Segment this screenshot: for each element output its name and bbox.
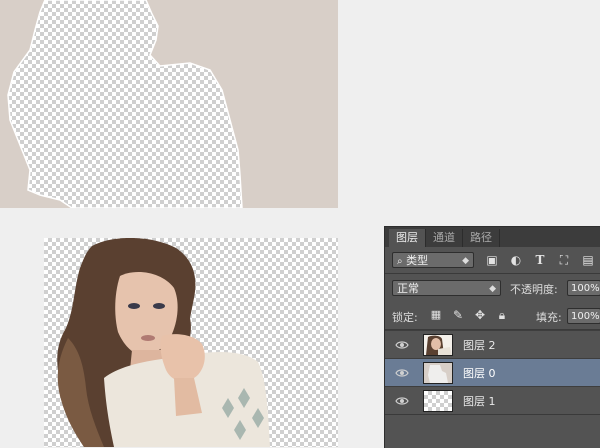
divider [385, 273, 600, 274]
shape-filter-icon[interactable]: ⛶ [557, 253, 571, 267]
filter-type-label: 类型 [406, 254, 429, 267]
layer-name: 图层 1 [463, 395, 496, 408]
text-filter-icon[interactable]: T [533, 253, 547, 267]
canvas-image-background-layer [0, 0, 338, 208]
chevron-down-icon: ◆ [462, 256, 469, 266]
opacity-input[interactable]: 100% [567, 280, 600, 296]
divider [385, 414, 600, 415]
blend-mode-select[interactable]: 正常 ◆ [392, 280, 501, 296]
panel-tabs: 图层 通道 路径 [385, 227, 600, 247]
image-filter-icon[interactable]: ▣ [485, 253, 499, 267]
tab-paths[interactable]: 路径 [463, 229, 500, 247]
lock-all-icon[interactable]: 🔒︎ [495, 308, 509, 322]
layer-row-layer-0[interactable]: 图层 0 [385, 358, 600, 386]
layer-name: 图层 2 [463, 339, 496, 352]
lock-paint-icon[interactable]: ✎ [451, 308, 465, 322]
transparent-cutout-region [0, 0, 338, 208]
lock-position-icon[interactable]: ✥ [473, 308, 487, 322]
eye-icon[interactable] [395, 394, 409, 408]
layer-thumbnail-portrait [423, 334, 453, 356]
layers-panel: 图层 通道 路径 ⌕ 类型 ◆ ▣ ◐ T ⛶ ▤ 正常 ◆ 不透明度: 100… [384, 226, 600, 448]
eye-icon[interactable] [395, 366, 409, 380]
layer-name: 图层 0 [463, 367, 496, 380]
layer-row-layer-1[interactable]: 图层 1 [385, 386, 600, 414]
lock-transparent-icon[interactable]: ▦ [429, 308, 443, 322]
search-icon: ⌕ [397, 256, 403, 267]
layer-thumbnail-background [423, 362, 453, 384]
canvas-image-cutout-layer [44, 238, 338, 447]
lock-label: 锁定: [392, 311, 418, 324]
smart-object-filter-icon[interactable]: ▤ [581, 253, 595, 267]
opacity-label: 不透明度: [510, 283, 558, 296]
blend-mode-value: 正常 [397, 282, 419, 295]
portrait-subject [57, 238, 270, 447]
layer-thumbnail-transparent [423, 390, 453, 412]
filter-type-select[interactable]: ⌕ 类型 ◆ [392, 252, 474, 268]
chevron-down-icon: ◆ [489, 284, 496, 294]
tab-layers[interactable]: 图层 [389, 229, 426, 247]
eye-icon[interactable] [395, 338, 409, 352]
fill-label: 填充: [536, 311, 562, 324]
adjustment-filter-icon[interactable]: ◐ [509, 253, 523, 267]
fill-input[interactable]: 100% [567, 308, 600, 324]
tab-channels[interactable]: 通道 [426, 229, 463, 247]
layer-row-layer-2[interactable]: 图层 2 [385, 330, 600, 358]
